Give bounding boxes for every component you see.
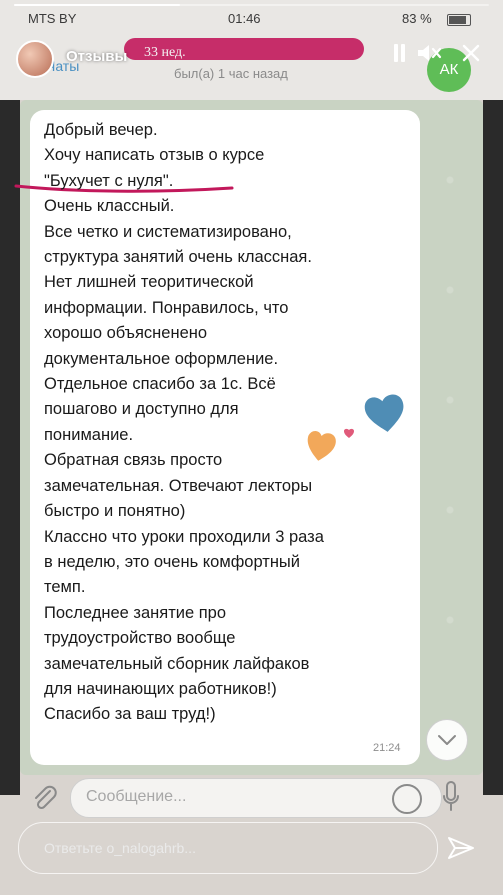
story-progress-fill <box>14 4 181 6</box>
send-icon[interactable] <box>446 833 476 863</box>
mute-icon[interactable] <box>416 42 442 64</box>
status-bar: MTS BY 01:46 83 % <box>0 8 503 28</box>
pause-icon[interactable] <box>392 44 406 62</box>
message-time: 21:24 <box>373 742 401 754</box>
mic-icon[interactable] <box>442 780 460 814</box>
attach-icon[interactable] <box>30 784 60 812</box>
battery-icon <box>447 14 471 26</box>
message-text: Добрый вечер. Хочу написать отзыв о курс… <box>44 121 324 724</box>
chevron-down-icon[interactable] <box>426 719 468 761</box>
close-icon[interactable] <box>460 42 482 64</box>
sticker-icon[interactable] <box>392 784 422 814</box>
screenshot-border-left <box>0 100 20 795</box>
contact-status: был(а) 1 час назад <box>174 66 288 81</box>
status-time: 01:46 <box>228 11 261 26</box>
battery-level <box>449 16 466 24</box>
heart-icon <box>364 394 404 432</box>
screenshot-border-right <box>483 100 503 795</box>
story-time-ago: 33 нед. <box>144 45 186 60</box>
battery-percent: 83 % <box>402 11 432 26</box>
story-progress-bar <box>14 4 489 6</box>
heart-icon <box>307 430 336 461</box>
composer-placeholder: Сообщение... <box>86 788 187 805</box>
heart-icon <box>344 428 354 438</box>
story-title[interactable]: Отзывы <box>66 48 127 65</box>
reply-placeholder: Ответьте o_nalogahrb... <box>44 840 196 856</box>
carrier-label: MTS BY <box>28 11 77 26</box>
story-avatar[interactable] <box>16 40 54 78</box>
